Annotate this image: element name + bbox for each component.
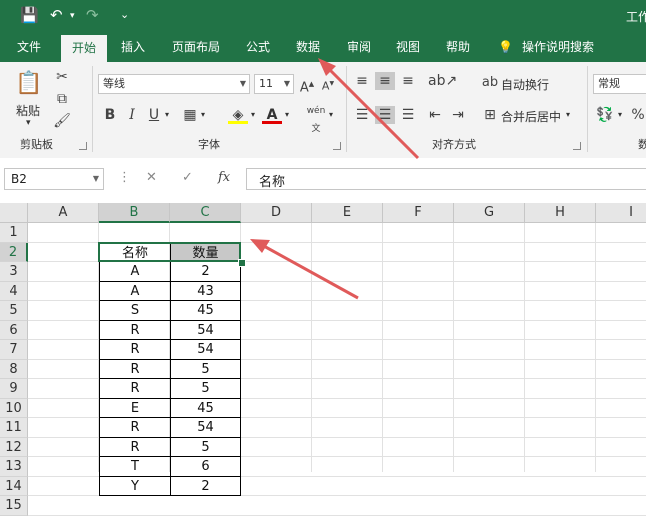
table-cell[interactable]: Y — [99, 476, 170, 496]
annotation-arrows — [250, 58, 420, 300]
row-header-14[interactable]: 14 — [0, 476, 28, 496]
arrow-head-header — [250, 239, 270, 253]
row-header-15[interactable]: 15 — [0, 496, 28, 516]
gridline-horizontal — [28, 514, 646, 516]
table-cell[interactable]: 2 — [170, 476, 241, 496]
arrow-to-data-tab — [324, 64, 420, 160]
arrow-to-header — [261, 243, 359, 300]
